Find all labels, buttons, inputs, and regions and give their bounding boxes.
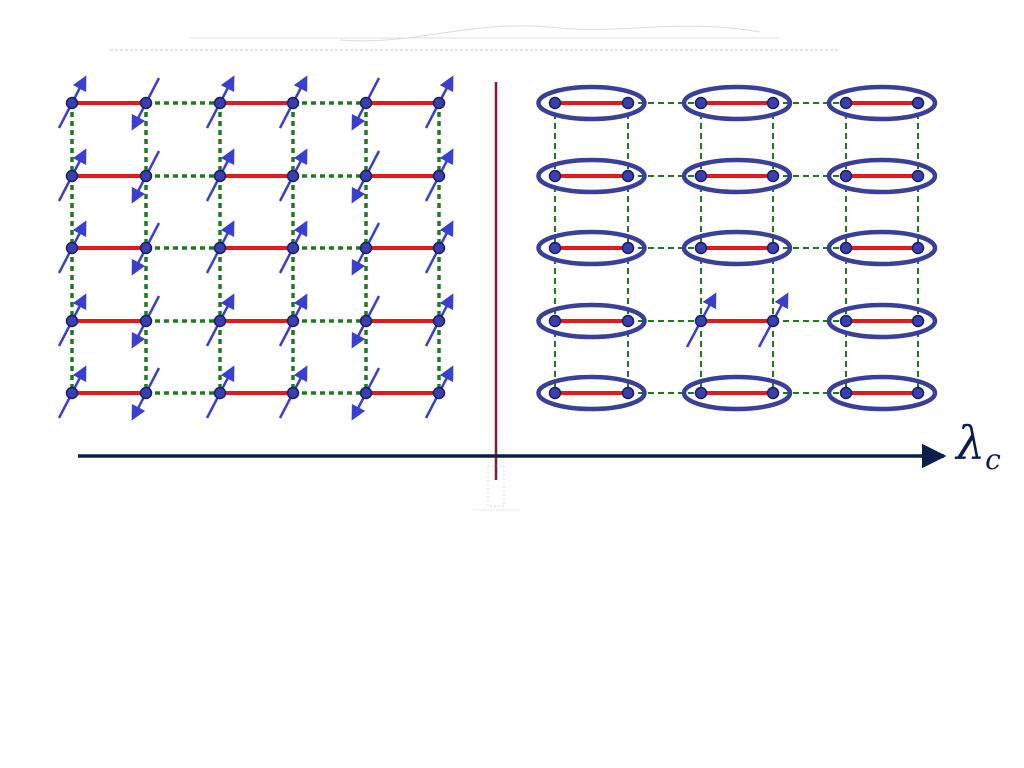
lattice-site (766, 169, 780, 183)
lattice-site (286, 96, 300, 110)
lattice-site (911, 241, 925, 255)
lattice-site (911, 169, 925, 183)
lattice-site (694, 241, 708, 255)
lattice-site (359, 96, 373, 110)
lattice-site (286, 169, 300, 183)
lattice-site (432, 241, 446, 255)
lattice-site (65, 314, 79, 328)
lattice-site (213, 169, 227, 183)
lattice-site (213, 386, 227, 400)
lattice-site (548, 314, 562, 328)
lattice-site (694, 386, 708, 400)
lattice-site (839, 169, 853, 183)
lattice-site (359, 386, 373, 400)
lattice-site (359, 314, 373, 328)
lattice-site (139, 314, 153, 328)
lattice-site (839, 241, 853, 255)
lattice-site (621, 314, 635, 328)
lattice-site (432, 386, 446, 400)
header-artifact (110, 25, 840, 51)
lattice-site (65, 169, 79, 183)
lattice-site (911, 386, 925, 400)
lattice-site (432, 96, 446, 110)
lattice-site (65, 96, 79, 110)
lattice-site (213, 96, 227, 110)
lattice-site (911, 96, 925, 110)
lattice-site (694, 169, 708, 183)
lattice-site (621, 386, 635, 400)
lattice-site (286, 241, 300, 255)
lattice-site (286, 386, 300, 400)
lattice-site (911, 314, 925, 328)
phase-diagram (57, 25, 947, 511)
lattice-site (548, 241, 562, 255)
lattice-site (839, 314, 853, 328)
lattice-site (65, 386, 79, 400)
axis-label: λc (956, 420, 1001, 474)
lattice-site (432, 314, 446, 328)
lattice-site (139, 96, 153, 110)
lattice-site (65, 241, 79, 255)
lattice-site (548, 386, 562, 400)
neel-lattice (57, 75, 454, 421)
lattice-site (839, 386, 853, 400)
lattice-site (766, 314, 780, 328)
lattice-site (432, 169, 446, 183)
lattice-site (286, 314, 300, 328)
lattice-site (548, 169, 562, 183)
lattice-site (839, 96, 853, 110)
lattice-site (548, 96, 562, 110)
lattice-site (139, 386, 153, 400)
lattice-site (766, 386, 780, 400)
lattice-site (621, 96, 635, 110)
lattice-site (213, 241, 227, 255)
lattice-site (139, 241, 153, 255)
lattice-site (621, 241, 635, 255)
axis-subscript: c (985, 443, 1001, 476)
lattice-site (766, 241, 780, 255)
lattice-site (766, 96, 780, 110)
lattice-site (213, 314, 227, 328)
lattice-site (621, 169, 635, 183)
dimer-lattice (536, 84, 938, 412)
lattice-site (694, 314, 708, 328)
lattice-site (359, 169, 373, 183)
lattice-site (139, 169, 153, 183)
lattice-site (694, 96, 708, 110)
lattice-site (359, 241, 373, 255)
axis-symbol: λ (956, 416, 986, 470)
